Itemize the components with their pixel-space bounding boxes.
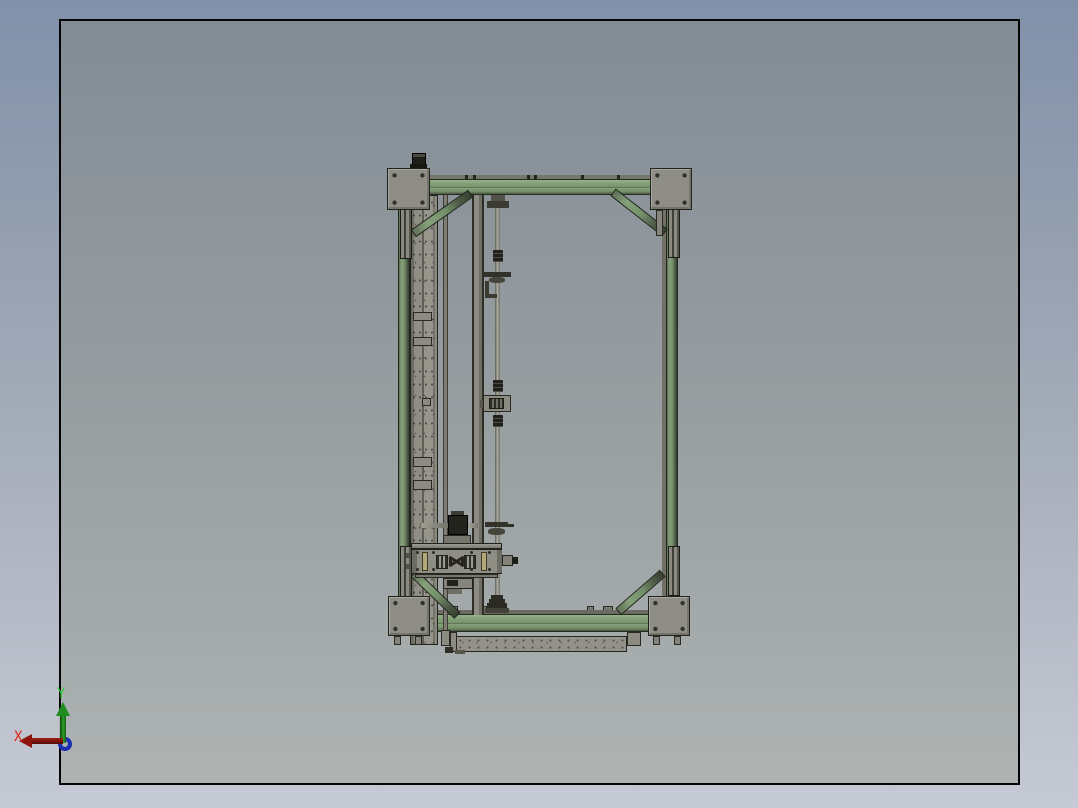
carriage-spring-coil [436, 555, 448, 569]
carriage-spring-tan [422, 552, 428, 571]
bed-foot [455, 650, 465, 654]
corner-plate-bottom-right[interactable] [648, 596, 690, 636]
plate-leg [653, 636, 660, 645]
carriage-spring-tan [481, 552, 487, 571]
carriage-bolt [432, 551, 435, 554]
carriage-left-nub [406, 564, 411, 569]
tower-tab[interactable] [413, 457, 432, 467]
screw-flange-disc-lower [488, 528, 505, 535]
tnut-mark [581, 175, 584, 179]
bed-left-block [441, 630, 450, 646]
carriage-bolt [416, 551, 419, 554]
bed-end-block [627, 632, 641, 646]
y-axis-label: Y [57, 686, 66, 702]
origin-triad: Y X [14, 685, 98, 775]
carriage-tab-tip [512, 557, 518, 564]
flange-l-foot [485, 294, 497, 298]
carriage-bolt [488, 551, 491, 554]
carriage-bolt [470, 568, 473, 571]
screw-collar[interactable] [493, 380, 503, 392]
carriage-bolt [470, 551, 473, 554]
bowtie-end [461, 557, 464, 566]
corner-bracket-bottom-right[interactable] [668, 546, 680, 596]
tower-tab[interactable] [422, 398, 431, 406]
carriage-spring-coil [464, 555, 476, 569]
corner-plate-top-left[interactable] [387, 168, 430, 210]
screw-collar[interactable] [493, 415, 503, 427]
nut-block-core [489, 398, 504, 409]
carriage-left-nub [406, 553, 411, 558]
carriage-lower-slot [447, 580, 458, 586]
tnut-mark [465, 175, 468, 179]
tnut-mark [473, 175, 476, 179]
screw-bottom-base [485, 608, 509, 613]
carriage-bolt [488, 568, 491, 571]
corner-plate-top-right[interactable] [650, 168, 692, 210]
plate-leg [656, 210, 663, 236]
carriage-bowtie-coupler [448, 553, 465, 570]
cad-viewport[interactable]: Y X [14, 19, 1020, 785]
tnut-mark [617, 175, 620, 179]
x-axis-label: X [14, 729, 23, 745]
carriage-bolt [432, 568, 435, 571]
bed-platform[interactable] [455, 636, 627, 652]
shaft-coupler[interactable] [493, 250, 503, 262]
motor-shaft-rod-left[interactable] [420, 523, 448, 528]
carriage-lower-foot [448, 589, 462, 594]
corner-bracket-top-left[interactable] [400, 207, 412, 259]
plate-leg [394, 636, 401, 645]
plate-leg [415, 636, 422, 645]
z-motor[interactable] [448, 515, 468, 535]
carriage-bolt [416, 568, 419, 571]
corner-plate-bottom-left[interactable] [388, 596, 430, 636]
motor-shaft-rod-right[interactable] [467, 523, 478, 528]
screw-flange-disc [489, 277, 505, 283]
tower-tab[interactable] [413, 480, 432, 490]
tnut-mark [527, 175, 530, 179]
x-axis-arrow-icon [31, 738, 63, 744]
y-axis-arrowhead-icon [56, 702, 70, 716]
tower-tab[interactable] [413, 312, 432, 321]
screw-top-mount-base [487, 201, 509, 208]
corner-bracket-top-right[interactable] [668, 208, 680, 258]
app-canvas: { "app": { "description": "CAD assembly … [0, 0, 1078, 808]
screw-flange-arm-ext [507, 524, 514, 527]
tower-tab[interactable] [413, 337, 432, 346]
tnut-mark [534, 175, 537, 179]
carriage-end-cap [497, 550, 502, 573]
plate-leg [674, 636, 681, 645]
printer-frame-model[interactable] [385, 150, 693, 655]
bowtie-end [449, 557, 452, 566]
bed-foot [445, 647, 453, 653]
screw-flange-arm-lower[interactable] [485, 522, 508, 527]
